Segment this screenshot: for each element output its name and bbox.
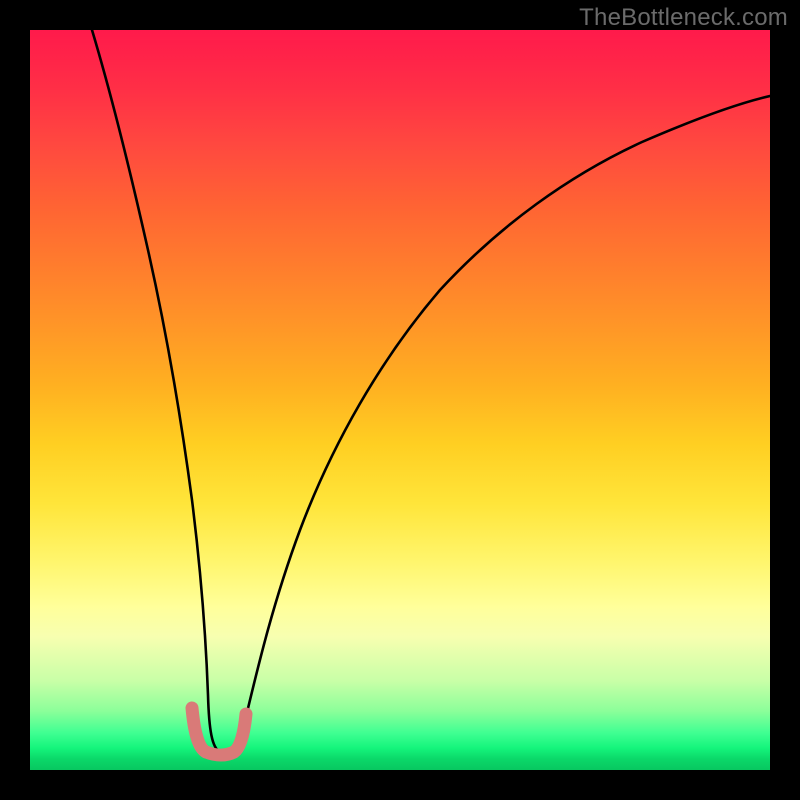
optimal-zone-highlight [192,708,246,755]
plot-area [30,30,770,770]
watermark-text: TheBottleneck.com [579,4,788,32]
chart-container: TheBottleneck.com [0,0,800,800]
curve-svg [30,30,770,770]
bottleneck-curve [92,30,770,753]
